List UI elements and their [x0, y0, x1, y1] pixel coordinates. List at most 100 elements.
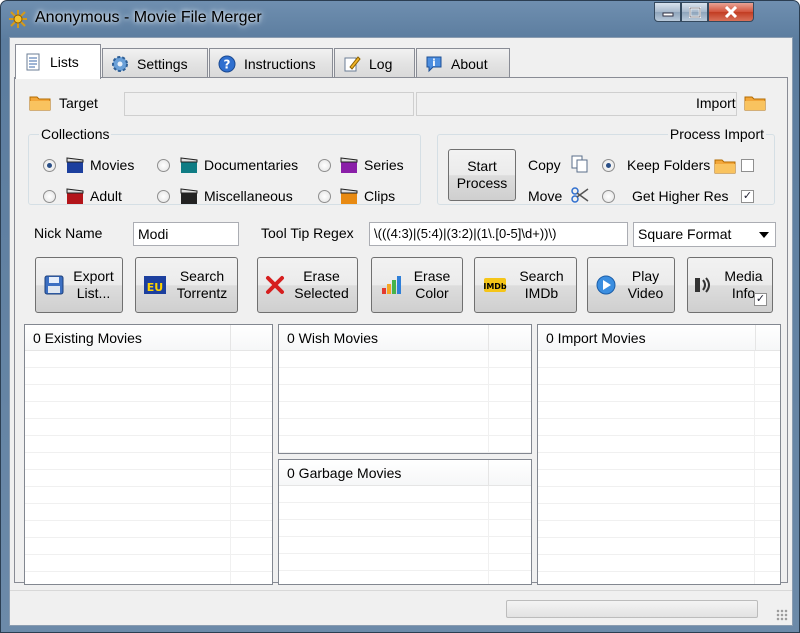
import-field[interactable] [416, 92, 737, 116]
wish-movies-header[interactable]: 0 Wish Movies [279, 325, 531, 351]
info-icon: i [426, 56, 442, 72]
minimize-button[interactable] [654, 2, 681, 22]
clapperboard-teal-icon [180, 157, 198, 173]
lists-tab-page: Target Import Collections Movies Documen… [14, 77, 788, 585]
nick-name-field[interactable]: Modi [133, 222, 239, 246]
pencil-note-icon [344, 55, 361, 71]
media-info-button[interactable]: Media Info ✓ [687, 257, 773, 313]
radio-adult[interactable] [43, 190, 56, 203]
play-video-label: Play Video [627, 268, 664, 301]
svg-text:IMDb: IMDb [483, 282, 507, 291]
nick-name-label: Nick Name [34, 225, 103, 241]
radio-copy[interactable] [602, 159, 615, 172]
label-movies: Movies [90, 157, 135, 173]
svg-text:?: ? [224, 57, 231, 71]
move-label: Move [528, 188, 563, 204]
collections-title: Collections [39, 126, 112, 142]
regex-label: Tool Tip Regex [261, 225, 354, 241]
import-movies-header[interactable]: 0 Import Movies [538, 325, 780, 351]
tab-lists[interactable]: Lists [15, 44, 101, 79]
garbage-movies-rows[interactable] [279, 486, 531, 584]
import-movies-list[interactable]: 0 Import Movies [537, 324, 781, 585]
resize-grip[interactable] [776, 609, 788, 621]
window-title: Anonymous - Movie File Merger [35, 9, 262, 26]
wish-movies-count[interactable]: 0 Wish Movies [279, 325, 489, 350]
copy-icon [571, 155, 588, 173]
radio-clips[interactable] [318, 190, 331, 203]
color-bars-icon [382, 276, 401, 294]
existing-movies-list[interactable]: 0 Existing Movies [24, 324, 273, 585]
maximize-icon [688, 6, 701, 18]
copy-label: Copy [528, 157, 561, 173]
maximize-button[interactable] [681, 2, 708, 22]
wish-movies-rows[interactable] [279, 351, 531, 453]
media-info-checkbox[interactable]: ✓ [754, 293, 767, 306]
tab-about-label: About [451, 55, 488, 72]
keep-folders-folder-icon [714, 159, 736, 174]
erase-selected-button[interactable]: Erase Selected [257, 257, 358, 313]
keep-folders-checkbox[interactable] [741, 159, 754, 172]
existing-movies-header[interactable]: 0 Existing Movies [25, 325, 272, 351]
svg-text:i: i [432, 58, 435, 69]
title-bar[interactable]: Anonymous - Movie File Merger [1, 1, 800, 37]
progress-bar [506, 600, 758, 618]
import-movies-count[interactable]: 0 Import Movies [538, 325, 756, 350]
higher-res-label: Get Higher Res [632, 188, 729, 204]
search-torrentz-label: Search Torrentz [176, 268, 228, 301]
minimize-icon [662, 12, 673, 17]
scissors-icon [571, 187, 589, 203]
help-icon: ? [218, 55, 236, 72]
folder-icon[interactable] [29, 93, 51, 111]
import-label: Import [696, 95, 736, 111]
clapperboard-red-icon [66, 188, 84, 204]
tab-lists-label: Lists [50, 54, 79, 70]
existing-movies-rows[interactable] [25, 351, 272, 584]
garbage-movies-list[interactable]: 0 Garbage Movies [278, 459, 532, 585]
start-process-button[interactable]: Start Process [448, 149, 516, 201]
torrentz-eu-icon: EU [144, 276, 166, 294]
search-imdb-button[interactable]: IMDb Search IMDb [474, 257, 577, 313]
status-bar [10, 590, 792, 625]
app-window: Anonymous - Movie File Merger Lists Sett… [0, 0, 800, 633]
erase-color-button[interactable]: Erase Color [371, 257, 463, 313]
imdb-logo-icon: IMDb [483, 278, 507, 292]
tab-instructions[interactable]: ? Instructions [209, 48, 333, 78]
tab-settings[interactable]: Settings [102, 48, 208, 78]
floppy-disk-icon [44, 275, 64, 295]
tab-instructions-label: Instructions [244, 55, 316, 72]
radio-series[interactable] [318, 159, 331, 172]
wish-movies-list[interactable]: 0 Wish Movies [278, 324, 532, 454]
radio-movies[interactable] [43, 159, 56, 172]
target-field[interactable] [124, 92, 414, 116]
play-video-button[interactable]: Play Video [587, 257, 675, 313]
process-import-title: Process Import [667, 126, 766, 142]
clapperboard-orange-icon [340, 188, 358, 204]
format-select[interactable]: Square Format [633, 222, 776, 247]
radio-miscellaneous[interactable] [157, 190, 170, 203]
close-button[interactable] [708, 2, 754, 22]
higher-res-checkbox[interactable]: ✓ [741, 190, 754, 203]
import-folder-icon[interactable] [744, 93, 766, 111]
garbage-movies-count[interactable]: 0 Garbage Movies [279, 460, 489, 485]
start-process-label: Start Process [456, 158, 508, 191]
clapperboard-black-icon [180, 188, 198, 204]
format-select-value: Square Format [638, 226, 732, 242]
red-x-icon [266, 276, 284, 294]
label-adult: Adult [90, 188, 122, 204]
export-list-button[interactable]: Export List... [35, 257, 123, 313]
existing-movies-count[interactable]: 0 Existing Movies [25, 325, 231, 350]
erase-selected-label: Erase Selected [294, 268, 349, 301]
document-icon [26, 53, 40, 71]
search-torrentz-button[interactable]: EU Search Torrentz [135, 257, 238, 313]
import-movies-rows[interactable] [538, 351, 780, 584]
garbage-movies-header[interactable]: 0 Garbage Movies [279, 460, 531, 486]
close-icon [724, 6, 738, 18]
radio-move[interactable] [602, 190, 615, 203]
app-logo-icon [9, 10, 27, 28]
regex-field[interactable]: \(((4:3)|(5:4)|(3:2)|(1\.[0-5]\d+))\) [369, 222, 628, 246]
tab-about[interactable]: i About [416, 48, 510, 78]
radio-documentaries[interactable] [157, 159, 170, 172]
tab-log[interactable]: Log [334, 48, 415, 78]
search-imdb-label: Search IMDb [519, 268, 564, 301]
tab-settings-label: Settings [137, 55, 188, 72]
